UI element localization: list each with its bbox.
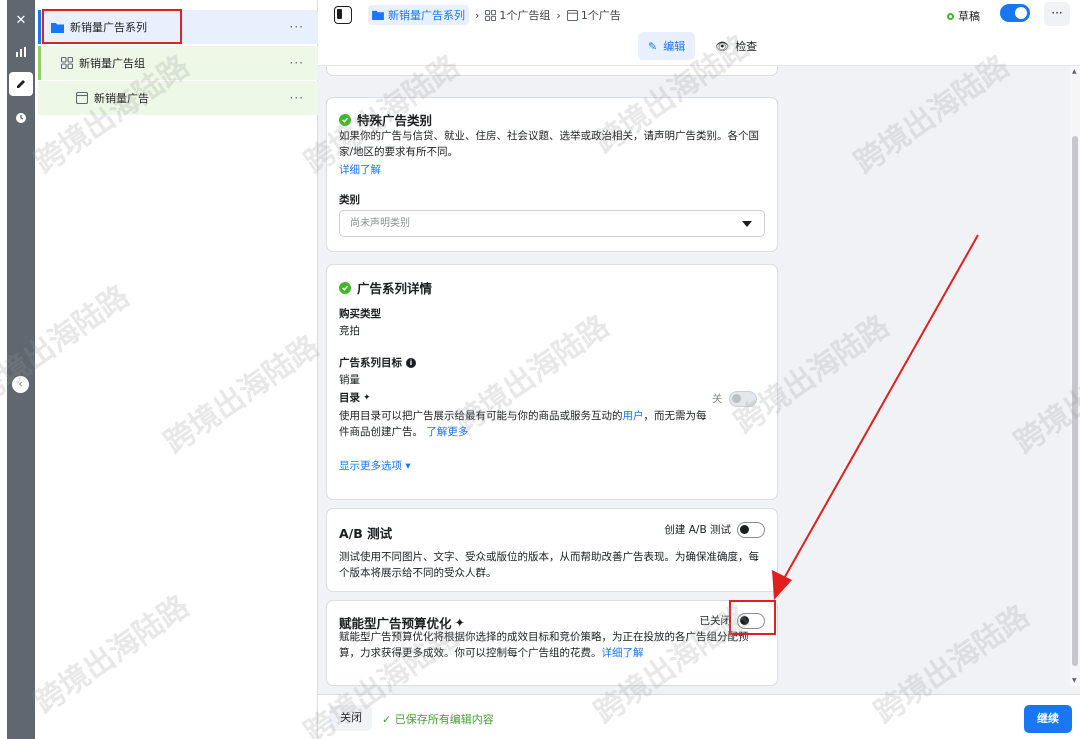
pencil-icon[interactable] — [9, 72, 33, 96]
scrollbar[interactable]: ▲ ▼ — [1070, 66, 1080, 686]
tree-item-label: 新销量广告 — [94, 92, 149, 105]
crumb-ads-label: 1个广告 — [580, 9, 621, 22]
more-options-icon[interactable]: ··· — [290, 20, 304, 34]
category-select-value: 尚未声明类别 — [350, 218, 410, 229]
caret-down-icon: ▾ — [405, 460, 411, 472]
crumb-campaign-label: 新销量广告系列 — [388, 9, 465, 22]
close-button[interactable]: 关闭 — [330, 705, 372, 731]
close-icon[interactable]: ✕ — [9, 8, 33, 32]
edit-review-tabs: ✎ 编辑 👁 检查 — [638, 32, 767, 60]
ab-test-desc: 测试使用不同图片、文字、受众或版位的版本，从而帮助改善广告表现。为确保准确度，每… — [339, 551, 759, 579]
chevron-right-icon: › — [475, 8, 480, 22]
pencil-icon: ✎ — [648, 39, 658, 53]
ab-test-toggle-row: 创建 A/B 测试 — [664, 522, 765, 538]
eye-icon: 👁 — [715, 39, 730, 53]
save-status-label: 已保存所有编辑内容 — [394, 713, 494, 726]
budget-optimization-desc-text: 赋能型广告预算优化将根据你选择的成效目标和竞价策略，为正在投放的各广告组分配预算… — [339, 631, 749, 659]
top-bar: 新销量广告系列 › 1个广告组 › 1个广告 草稿 ··· ✎ 编辑 👁 检查 — [318, 0, 1080, 66]
status-dot-icon — [947, 12, 954, 20]
caret-down-icon — [742, 221, 752, 227]
category-label: 类别 — [339, 194, 360, 206]
scrollbar-thumb[interactable] — [1072, 136, 1078, 666]
objective-label-row: 广告系列目标 i — [339, 355, 416, 370]
more-button[interactable]: ··· — [1044, 2, 1070, 26]
campaign-tree: 新销量广告系列 ··· 新销量广告组 ··· 新销量广告 ··· — [38, 0, 318, 739]
ab-test-toggle-label: 创建 A/B 测试 — [664, 524, 731, 536]
crumb-campaign[interactable]: 新销量广告系列 — [368, 5, 469, 25]
ab-test-card: A/B 测试 创建 A/B 测试 测试使用不同图片、文字、受众或版位的版本，从而… — [326, 508, 778, 592]
more-options-icon[interactable]: ··· — [290, 56, 304, 70]
show-more-options-link[interactable]: 显示更多选项 ▾ — [339, 458, 411, 474]
objective-label: 广告系列目标 — [339, 357, 402, 369]
chevron-right-icon: › — [556, 8, 561, 22]
budget-optimization-desc: 赋能型广告预算优化将根据你选择的成效目标和竞价策略，为正在投放的各广告组分配预算… — [339, 629, 767, 661]
bottom-bar: 关闭 ✓ 已保存所有编辑内容 继续 — [318, 694, 1080, 739]
special-category-desc: 如果你的广告与信贷、就业、住房、社会议题、选举或政治相关，请声明广告类别。各个国… — [339, 130, 759, 158]
buy-type-label: 购买类型 — [339, 308, 381, 320]
special-category-title: 特殊广告类别 — [357, 113, 433, 128]
check-icon — [339, 113, 351, 126]
status-badge: 草稿 — [947, 8, 980, 24]
catalog-toggle-row: 关 — [712, 391, 757, 407]
sparkle-icon: ✦ — [363, 392, 371, 403]
scroll-up-icon[interactable]: ▲ — [1072, 68, 1077, 75]
campaign-details-card: 广告系列详情 购买类型 竞拍 广告系列目标 i 销量 目录 ✦ 关 使用目录可以… — [326, 264, 778, 500]
save-status: ✓ 已保存所有编辑内容 — [382, 711, 494, 727]
campaign-details-title: 广告系列详情 — [357, 281, 433, 296]
check-icon — [339, 281, 351, 294]
tab-edit-label: 编辑 — [663, 40, 686, 53]
left-rail: ✕ ‹ — [0, 0, 38, 739]
campaign-on-toggle[interactable] — [1000, 4, 1030, 22]
more-options-icon[interactable]: ··· — [290, 91, 304, 105]
panel-toggle-icon[interactable] — [334, 6, 352, 24]
special-category-heading: 特殊广告类别 — [339, 110, 432, 129]
catalog-toggle[interactable] — [728, 391, 757, 407]
tab-review[interactable]: 👁 检查 — [705, 32, 767, 60]
status-label: 草稿 — [958, 10, 980, 23]
crumb-adsets-label: 1个广告组 — [499, 9, 551, 22]
catalog-desc-text: 使用目录可以把广告展示给最有可能与你的商品或服务互动的 — [339, 410, 623, 422]
learn-more-link[interactable]: 详细了解 — [602, 647, 644, 659]
sparkle-icon: ✦ — [454, 615, 465, 630]
show-more-options-label: 显示更多选项 — [339, 460, 402, 472]
ad-icon — [76, 92, 88, 104]
catalog-toggle-label: 关 — [712, 393, 723, 405]
learn-more-link[interactable]: 详细了解 — [339, 162, 381, 178]
ab-test-title: A/B 测试 — [339, 526, 393, 541]
partial-card — [326, 66, 778, 76]
category-select[interactable]: 尚未声明类别 — [339, 210, 765, 237]
catalog-desc: 使用目录可以把广告展示给最有可能与你的商品或服务互动的用户，而无需为每件商品创建… — [339, 408, 714, 440]
tab-review-label: 检查 — [735, 40, 758, 53]
tree-item-label: 新销量广告组 — [79, 57, 145, 70]
chart-icon[interactable] — [9, 40, 33, 64]
annotation-box-campaign — [42, 9, 182, 44]
tree-item-adset[interactable]: 新销量广告组 ··· — [38, 46, 318, 80]
tree-item-ad[interactable]: 新销量广告 ··· — [38, 81, 318, 115]
scroll-down-icon[interactable]: ▼ — [1072, 677, 1077, 684]
info-icon[interactable]: i — [406, 357, 416, 368]
continue-button[interactable]: 继续 — [1024, 705, 1072, 733]
crumb-adsets[interactable]: 1个广告组 — [485, 7, 550, 23]
checkmark-icon: ✓ — [382, 713, 392, 726]
catalog-label-row: 目录 ✦ — [339, 390, 371, 405]
grid-icon — [61, 57, 73, 69]
special-category-card: 特殊广告类别 如果你的广告与信贷、就业、住房、社会议题、选举或政治相关，请声明广… — [326, 97, 778, 252]
crumb-ads[interactable]: 1个广告 — [566, 7, 621, 23]
clock-icon[interactable] — [9, 106, 33, 130]
tab-edit[interactable]: ✎ 编辑 — [638, 32, 696, 60]
campaign-details-heading: 广告系列详情 — [339, 278, 432, 297]
annotation-arrow-icon — [772, 234, 979, 600]
objective-value: 销量 — [339, 374, 360, 386]
budget-optimization-toggle-label: 已关闭 — [699, 615, 732, 627]
buy-type-value: 竞拍 — [339, 325, 360, 337]
budget-optimization-card: 赋能型广告预算优化 ✦ 已关闭 赋能型广告预算优化将根据你选择的成效目标和竞价策… — [326, 600, 778, 686]
catalog-label: 目录 — [339, 392, 360, 404]
collapse-icon[interactable]: ‹ — [12, 376, 29, 393]
learn-more-link[interactable]: 了解更多 — [426, 426, 468, 438]
breadcrumb: 新销量广告系列 › 1个广告组 › 1个广告 — [334, 5, 621, 25]
users-link[interactable]: 用户 — [623, 410, 644, 422]
